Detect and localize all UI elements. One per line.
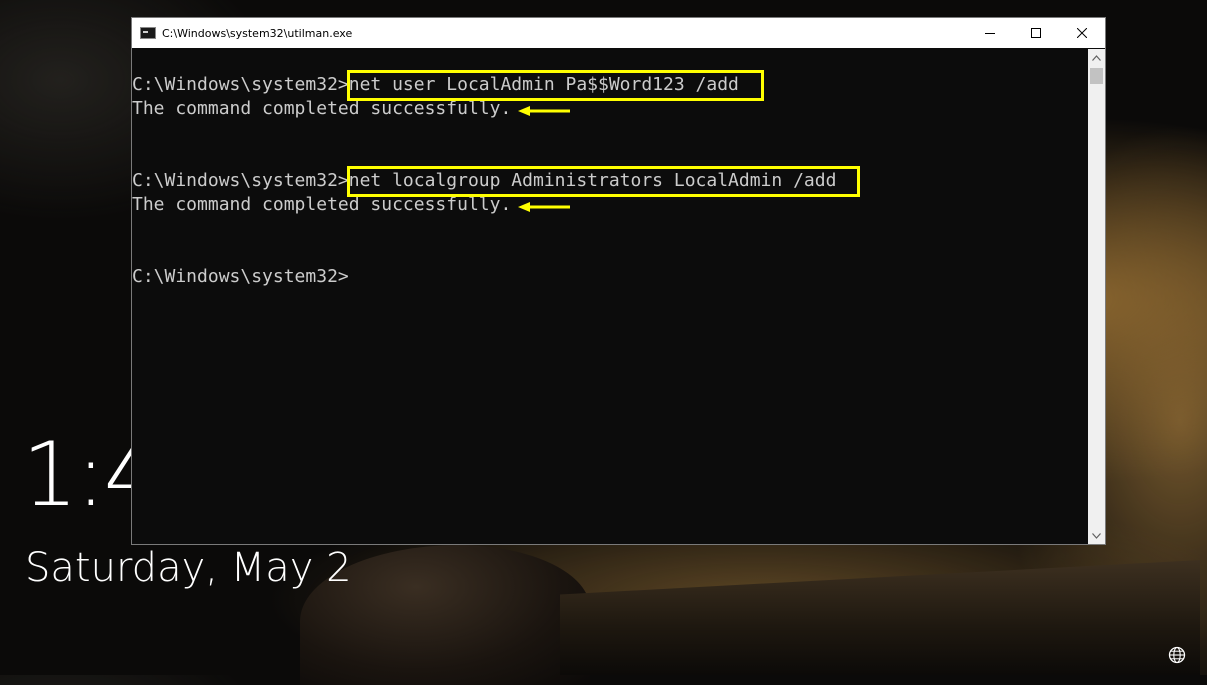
- console-line-3: C:\Windows\system32>: [132, 266, 349, 287]
- arrow-icon: [518, 202, 570, 212]
- console-icon: [140, 27, 156, 39]
- scroll-down-button[interactable]: [1088, 527, 1105, 544]
- lockscreen-date: Saturday, May 2: [25, 545, 352, 591]
- scrollbar-thumb[interactable]: [1090, 68, 1103, 84]
- maximize-icon: [1031, 28, 1041, 38]
- maximize-button[interactable]: [1013, 18, 1059, 48]
- scroll-up-button[interactable]: [1088, 49, 1105, 66]
- console-window[interactable]: C:\Windows\system32\utilman.exe C:\Windo…: [131, 17, 1106, 545]
- window-titlebar[interactable]: C:\Windows\system32\utilman.exe: [132, 18, 1105, 48]
- vertical-scrollbar[interactable]: [1088, 49, 1105, 544]
- close-icon: [1077, 28, 1087, 38]
- close-button[interactable]: [1059, 18, 1105, 48]
- minimize-button[interactable]: [967, 18, 1013, 48]
- highlight-box: [347, 166, 860, 197]
- arrow-icon: [518, 106, 570, 116]
- window-title: C:\Windows\system32\utilman.exe: [162, 26, 353, 40]
- globe-icon[interactable]: [1168, 646, 1186, 664]
- background-sand: [560, 560, 1200, 675]
- chevron-down-icon: [1092, 532, 1101, 539]
- window-controls: [967, 18, 1105, 48]
- highlight-box: [347, 70, 764, 101]
- prompt: C:\Windows\system32>: [132, 74, 349, 95]
- prompt: C:\Windows\system32>: [132, 170, 349, 191]
- console-output[interactable]: C:\Windows\system32>net user LocalAdmin …: [132, 49, 1088, 544]
- chevron-up-icon: [1092, 54, 1101, 61]
- minimize-icon: [985, 33, 995, 34]
